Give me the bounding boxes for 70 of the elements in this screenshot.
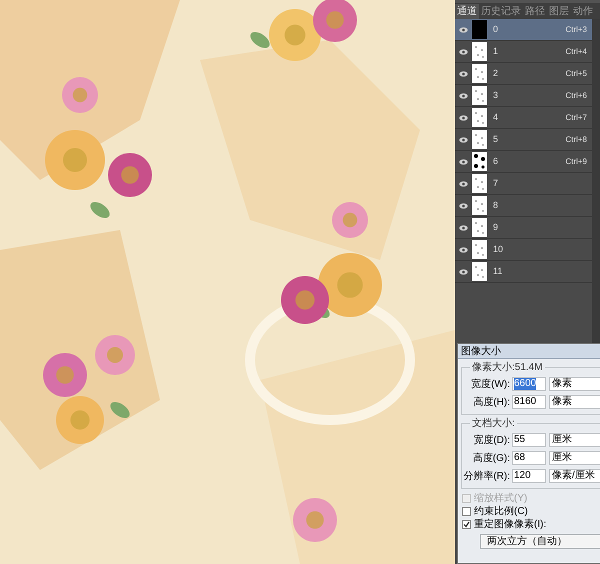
shortcut-label: Ctrl+5 bbox=[565, 68, 587, 80]
channel-row[interactable]: 1 Ctrl+4 bbox=[455, 41, 592, 63]
channel-name: 9 bbox=[493, 220, 500, 234]
checkbox-label: 重定图像像素(I): bbox=[474, 518, 546, 532]
channel-row[interactable]: 7 bbox=[455, 173, 592, 195]
checkbox-label: 约束比例(C) bbox=[474, 504, 528, 518]
input-field[interactable]: 68 bbox=[512, 451, 546, 465]
field-label: 宽度(D): bbox=[472, 434, 510, 448]
channel-name: 7 bbox=[493, 176, 500, 190]
unit-dropdown[interactable]: 像素 bbox=[549, 377, 600, 391]
unit-dropdown[interactable]: 厘米 bbox=[549, 451, 600, 465]
eye-icon[interactable] bbox=[458, 246, 468, 252]
input-field[interactable]: 120 bbox=[512, 469, 546, 483]
panel-tab[interactable]: 图层 bbox=[547, 4, 571, 19]
channel-row[interactable]: 11 bbox=[455, 261, 592, 283]
channel-row[interactable]: 0 Ctrl+3 bbox=[455, 19, 592, 41]
unit-dropdown[interactable]: 像素 bbox=[549, 395, 600, 409]
channel-name: 5 bbox=[493, 132, 500, 146]
eye-icon[interactable] bbox=[458, 114, 468, 120]
unit-dropdown[interactable]: 厘米 bbox=[549, 433, 600, 447]
shortcut-label: Ctrl+6 bbox=[565, 90, 587, 102]
channel-row[interactable]: 4 Ctrl+7 bbox=[455, 107, 592, 129]
field-label: 分辨率(R): bbox=[462, 470, 510, 484]
channel-row[interactable]: 3 Ctrl+6 bbox=[455, 85, 592, 107]
shortcut-label: Ctrl+8 bbox=[565, 134, 587, 146]
eye-icon[interactable] bbox=[458, 158, 468, 164]
channel-name: 1 bbox=[493, 44, 500, 58]
shortcut-label: Ctrl+9 bbox=[565, 156, 587, 168]
panel-tab[interactable]: 通道 bbox=[455, 4, 479, 19]
channel-name: 0 bbox=[493, 22, 500, 36]
shortcut-label: Ctrl+4 bbox=[565, 46, 587, 58]
channel-name: 2 bbox=[493, 66, 500, 80]
shortcut-label: Ctrl+3 bbox=[565, 24, 587, 36]
shortcut-label: Ctrl+7 bbox=[565, 112, 587, 124]
eye-icon[interactable] bbox=[458, 136, 468, 142]
eye-icon[interactable] bbox=[458, 92, 468, 98]
eye-icon[interactable] bbox=[458, 268, 468, 274]
panel-tab[interactable]: 路径 bbox=[523, 4, 547, 19]
eye-icon[interactable] bbox=[458, 224, 468, 230]
channel-name: 10 bbox=[493, 242, 504, 256]
channel-row[interactable]: 6 Ctrl+9 bbox=[455, 151, 592, 173]
checkbox-label: 缩放样式(Y) bbox=[474, 492, 528, 506]
panel-tab[interactable]: 动作 bbox=[571, 4, 595, 19]
field-label: 高度(G): bbox=[472, 452, 510, 466]
channel-row[interactable]: 9 bbox=[455, 217, 592, 239]
checkbox[interactable] bbox=[462, 520, 471, 529]
eye-icon[interactable] bbox=[458, 48, 468, 54]
channel-name: 6 bbox=[493, 154, 500, 168]
channel-row[interactable]: 8 bbox=[455, 195, 592, 217]
dialog-title: 图像大小 bbox=[461, 344, 501, 358]
channel-name: 8 bbox=[493, 198, 500, 212]
input-field[interactable]: 8160 bbox=[512, 395, 546, 409]
input-field[interactable]: 6600 bbox=[512, 377, 546, 391]
channel-row[interactable]: 10 bbox=[455, 239, 592, 261]
channel-name: 4 bbox=[493, 110, 500, 124]
field-label: 高度(H): bbox=[472, 396, 510, 410]
unit-dropdown[interactable]: 像素/厘米 bbox=[549, 469, 600, 483]
panel-tab[interactable]: 历史记录 bbox=[479, 4, 523, 19]
eye-icon[interactable] bbox=[458, 70, 468, 76]
field-label: 宽度(W): bbox=[470, 378, 510, 392]
eye-icon[interactable] bbox=[458, 26, 468, 32]
channel-name: 11 bbox=[493, 264, 504, 278]
channel-row[interactable]: 2 Ctrl+5 bbox=[455, 63, 592, 85]
channel-name: 3 bbox=[493, 88, 500, 102]
checkbox[interactable] bbox=[462, 507, 471, 516]
input-field[interactable]: 55 bbox=[512, 433, 546, 447]
eye-icon[interactable] bbox=[458, 180, 468, 186]
eye-icon[interactable] bbox=[458, 202, 468, 208]
resample-dropdown[interactable]: 两次立方（自动） bbox=[480, 534, 600, 549]
channel-row[interactable]: 5 Ctrl+8 bbox=[455, 129, 592, 151]
